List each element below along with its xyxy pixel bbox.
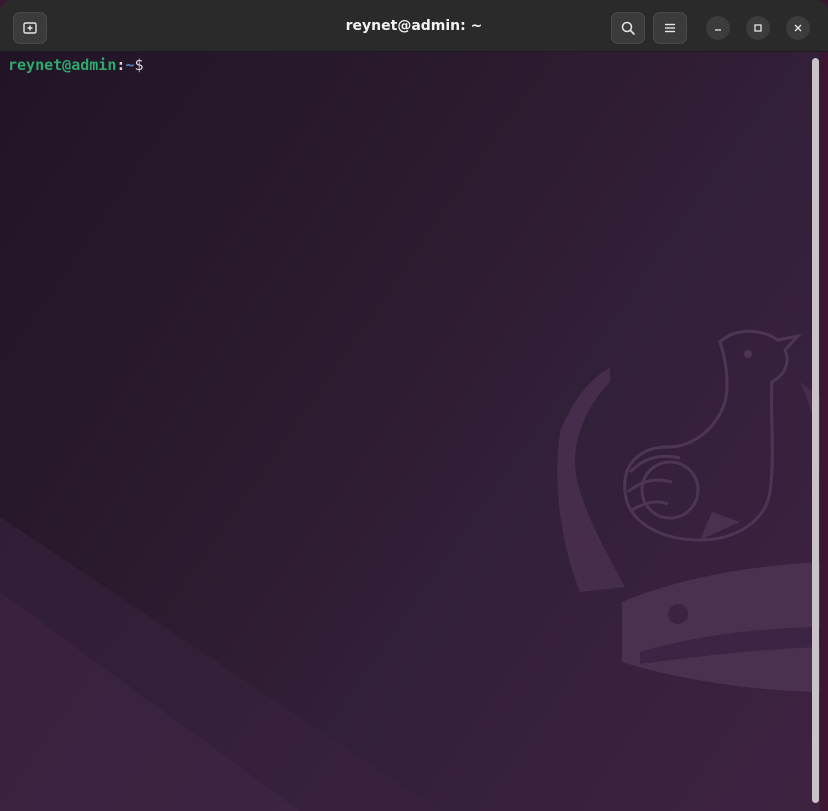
search-icon xyxy=(621,21,635,35)
wallpaper-mascot-art xyxy=(0,329,828,811)
close-icon xyxy=(794,24,802,32)
terminal-window: reynet@admin: ~ reynet@admin:~$ xyxy=(0,0,828,811)
hamburger-menu-icon xyxy=(665,23,675,33)
terminal-output-area[interactable]: reynet@admin:~$ xyxy=(0,52,828,811)
prompt-user-host: reynet@admin xyxy=(8,56,117,74)
menu-button[interactable] xyxy=(653,12,687,44)
window-right-edge xyxy=(820,52,828,811)
title-bar[interactable]: reynet@admin: ~ xyxy=(0,0,828,52)
minimize-icon xyxy=(715,29,721,31)
shell-prompt: reynet@admin:~$ xyxy=(8,56,143,74)
maximize-button[interactable] xyxy=(746,16,770,40)
maximize-icon xyxy=(754,24,762,32)
search-button[interactable] xyxy=(611,12,645,44)
window-title: reynet@admin: ~ xyxy=(345,18,483,34)
minimize-button[interactable] xyxy=(706,16,730,40)
terminal-scrollbar[interactable] xyxy=(812,58,819,803)
prompt-symbol: $ xyxy=(134,56,144,74)
close-button[interactable] xyxy=(786,16,810,40)
